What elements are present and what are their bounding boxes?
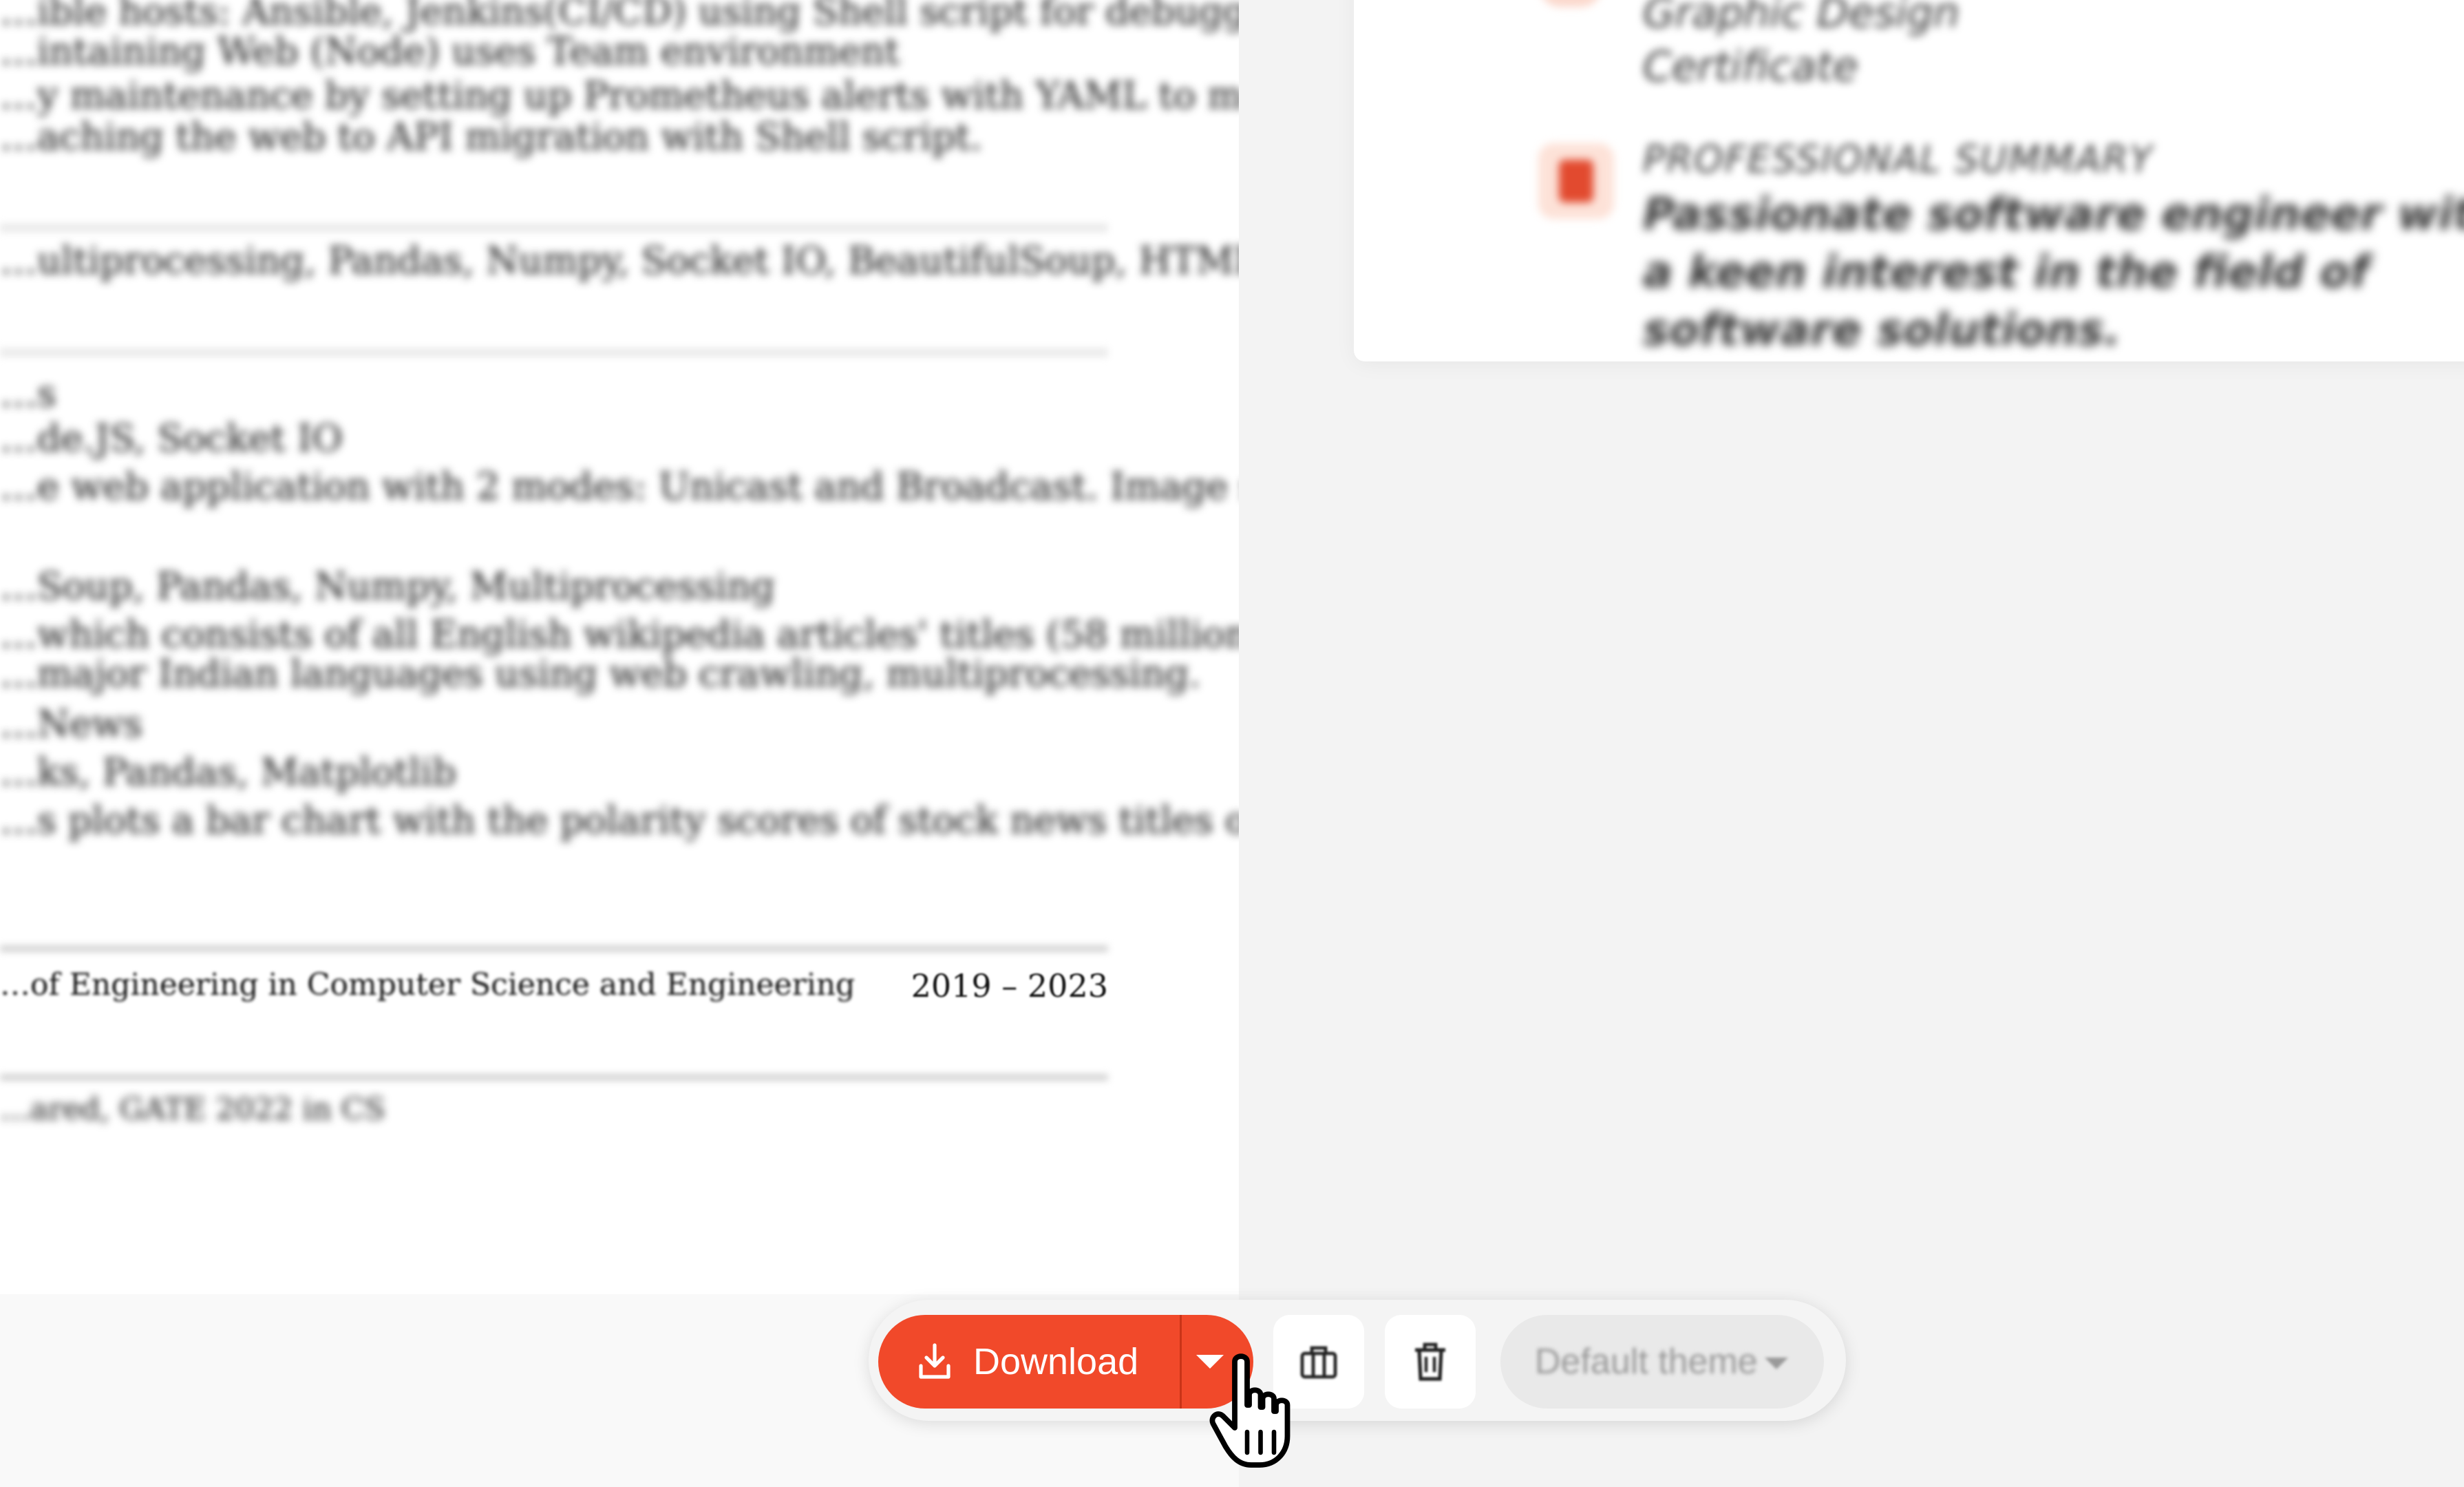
card-top-line: Graphic Design: [1643, 0, 1959, 37]
resume-preview: …ible hosts: Ansible, Jenkins(CI/CD) usi…: [0, 0, 1239, 1294]
resume-line: …s: [0, 372, 56, 415]
chevron-down-icon: [1765, 1358, 1788, 1369]
theme-select-value: Default theme: [1535, 1342, 1758, 1382]
summary-section-title: PROFESSIONAL SUMMARY: [1643, 138, 2154, 181]
achievement-line: …ared, GATE 2022 in CS: [0, 1092, 385, 1127]
trash-icon: [1415, 1342, 1445, 1381]
resume-line: …ultiprocessing, Pandas, Numpy, Socket I…: [0, 239, 1239, 282]
resume-line: …de.JS, Socket IO: [0, 416, 343, 460]
card-top-line: Certificate: [1643, 43, 1858, 91]
certificate-icon: [1540, 0, 1602, 7]
resume-line: …ible hosts: Ansible, Jenkins(CI/CD) usi…: [0, 0, 1239, 33]
resume-line: …Soup, Pandas, Numpy, Multiprocessing: [0, 565, 775, 608]
chevron-down-icon: [1196, 1355, 1224, 1369]
education-row: …of Engineering in Computer Science and …: [0, 967, 1108, 1009]
section-divider: [0, 348, 1108, 357]
resume-line: …s plots a bar chart with the polarity s…: [0, 799, 1239, 842]
section-divider: [0, 1074, 1108, 1081]
resume-line: …News: [0, 702, 143, 746]
education-degree: …of Engineering in Computer Science and …: [0, 967, 856, 1002]
download-icon: [919, 1343, 950, 1379]
resume-line: …ks, Pandas, Matplotlib: [0, 750, 456, 794]
editor-panel: Graphic Design Certificate PROFESSIONAL …: [1239, 0, 2464, 1487]
resume-line: …aching the web to API migration with Sh…: [0, 115, 983, 158]
download-options-button[interactable]: [1182, 1315, 1253, 1409]
briefcase-button[interactable]: [1273, 1315, 1364, 1409]
theme-select[interactable]: Default theme: [1500, 1315, 1824, 1409]
resume-line: …which consists of all English wikipedia…: [0, 613, 1239, 656]
resume-line: …e web application with 2 modes: Unicast…: [0, 465, 1239, 508]
resume-builder-screen: …ible hosts: Ansible, Jenkins(CI/CD) usi…: [0, 0, 2464, 1487]
resume-page: …ible hosts: Ansible, Jenkins(CI/CD) usi…: [0, 0, 1239, 1294]
briefcase-icon: [1300, 1346, 1337, 1379]
info-card: Graphic Design Certificate PROFESSIONAL …: [1354, 0, 2464, 361]
resume-line: …major Indian languages using web crawli…: [0, 652, 1201, 695]
download-button-label: Download: [973, 1341, 1139, 1382]
resume-line: …intaining Web (Node) uses Team environm…: [0, 30, 900, 73]
education-years: 2019 – 2023: [911, 967, 1108, 1004]
section-divider: [0, 945, 1108, 952]
summary-section-icon: [1538, 143, 1614, 219]
section-divider: [0, 223, 1108, 233]
summary-section-body: Passionate software engineer with a keen…: [1643, 189, 2464, 356]
bottom-toolbar: Download Default theme: [869, 1300, 1846, 1421]
resume-line: …y maintenance by setting up Prometheus …: [0, 74, 1239, 117]
download-button[interactable]: Download: [878, 1315, 1180, 1409]
card-top-text: Graphic Design Certificate: [1643, 0, 1959, 94]
delete-button[interactable]: [1385, 1315, 1476, 1409]
